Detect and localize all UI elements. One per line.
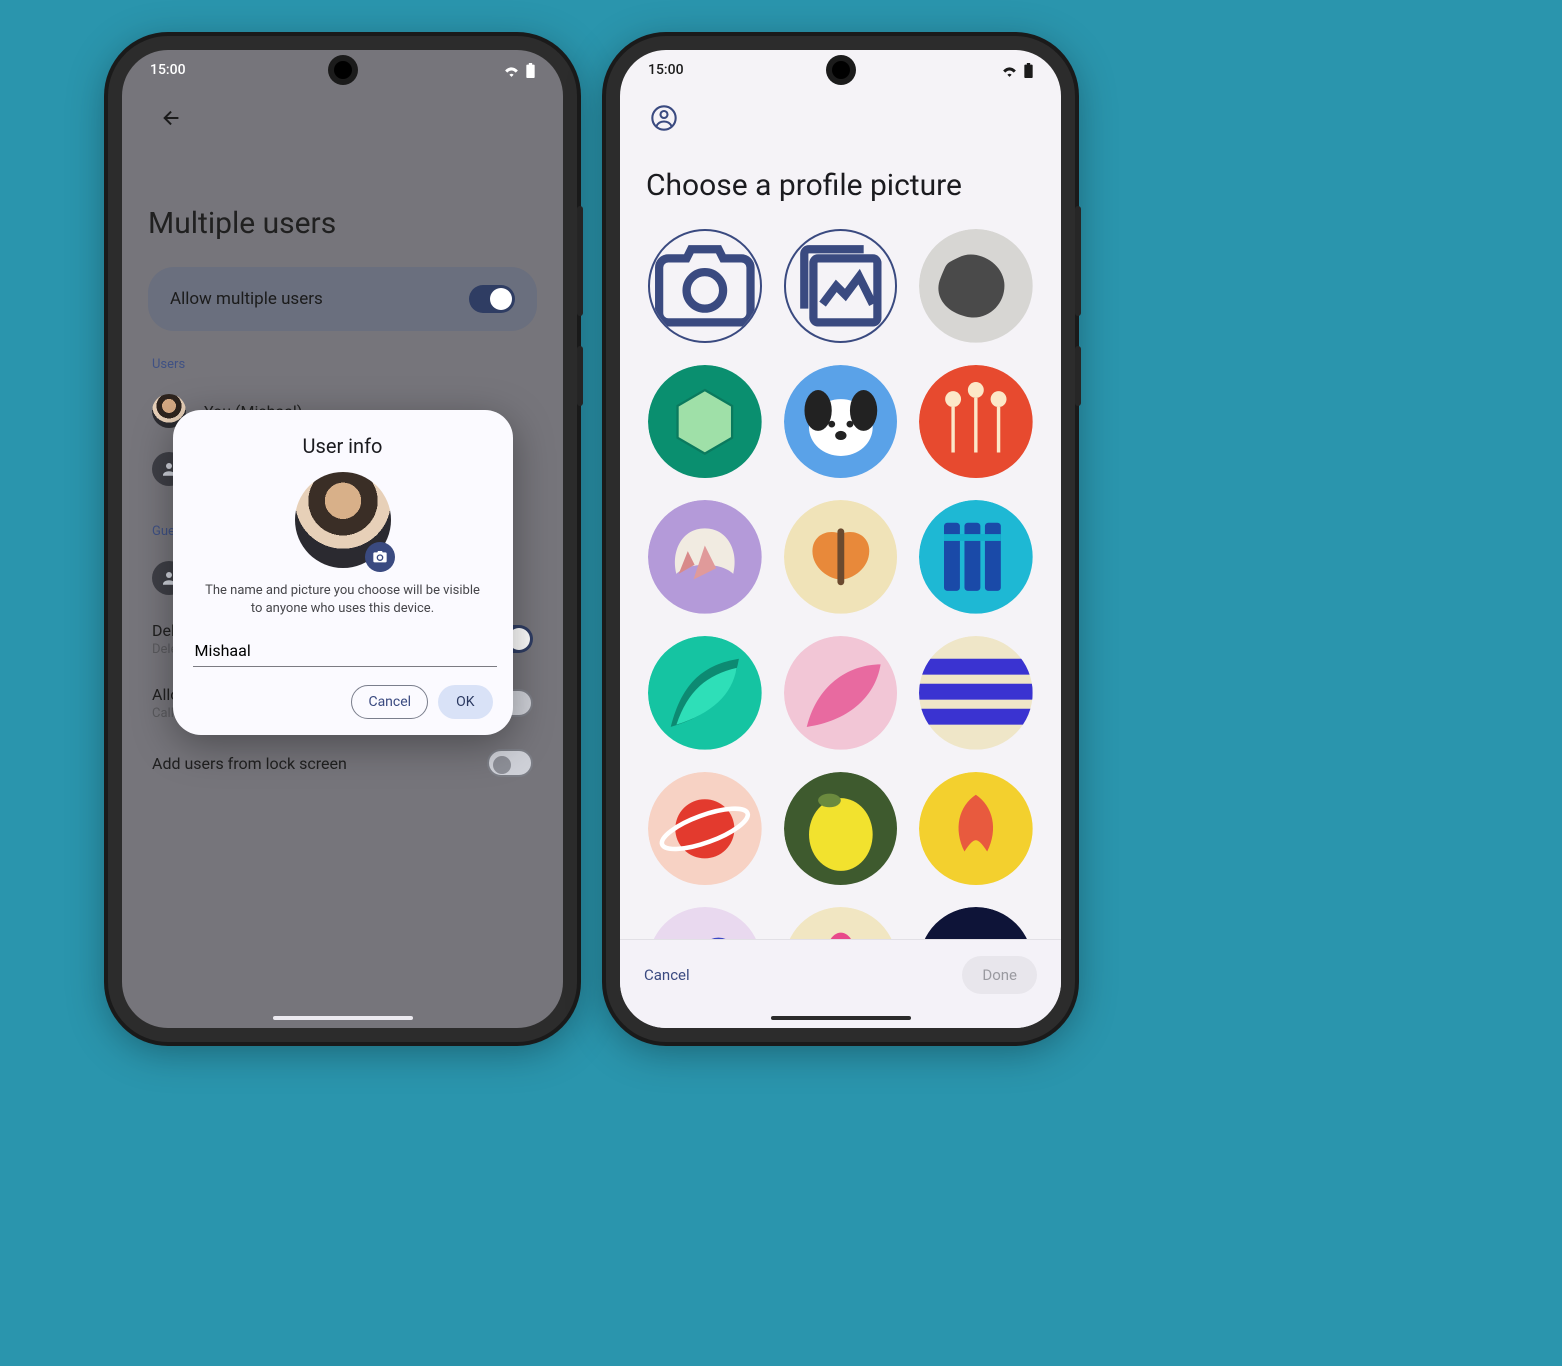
avatar-blob[interactable] [919,229,1033,343]
status-icons [1001,63,1033,78]
battery-icon [1024,63,1033,78]
stage: 15:00 Multiple users Allow multiple user… [0,0,1562,1366]
screen-right: 15:00 Choose a profile picture [620,50,1061,1028]
battery-icon [526,63,535,78]
device-right: 15:00 Choose a profile picture [606,36,1075,1042]
user-info-dialog: User info The name and picture you choos… [173,410,513,735]
profile-header-icon [650,104,678,132]
avatar-planet[interactable] [648,772,762,886]
cancel-button[interactable]: Cancel [351,685,428,719]
avatar-butterfly[interactable] [784,500,898,614]
screen-left: 15:00 Multiple users Allow multiple user… [122,50,563,1028]
power-button [1075,346,1081,406]
power-button [577,346,583,406]
avatar-lemon[interactable] [784,772,898,886]
picker-footer: Cancel Done [620,939,1061,1028]
home-indicator [771,1016,911,1020]
allow-multiple-users-toggle[interactable]: Allow multiple users [148,267,537,331]
picker-content: Choose a profile picture [620,104,1061,1021]
camera-tile[interactable] [648,229,762,343]
camera-badge-icon[interactable] [365,542,395,572]
cancel-link[interactable]: Cancel [644,966,690,984]
avatar-dog[interactable] [784,365,898,479]
wifi-icon [1001,64,1018,77]
ok-button[interactable]: OK [438,685,492,719]
gallery-tile[interactable] [784,229,898,343]
avatar-hexagon[interactable] [648,365,762,479]
avatar-leaves[interactable] [648,636,762,750]
device-left: 15:00 Multiple users Allow multiple user… [108,36,577,1042]
volume-button [1075,206,1081,316]
dialog-title: User info [193,434,493,458]
back-button[interactable] [158,104,186,132]
avatar-books[interactable] [919,500,1033,614]
lock-title: Add users from lock screen [152,754,347,773]
wifi-icon [503,64,520,77]
status-time: 15:00 [648,62,684,78]
avatar-flowers[interactable] [919,365,1033,479]
picker-title: Choose a profile picture [646,168,1035,203]
allow-switch[interactable] [469,285,515,313]
dialog-avatar[interactable] [295,472,391,568]
allow-label: Allow multiple users [170,289,323,309]
avatar-grid [646,225,1035,1021]
done-button[interactable]: Done [962,956,1037,994]
name-input[interactable] [193,635,497,667]
volume-button [577,206,583,316]
gallery-icon [786,231,896,341]
avatar-bird[interactable] [648,500,762,614]
section-users: Users [152,357,537,372]
avatar-stripes[interactable] [919,636,1033,750]
camera-icon [650,231,760,341]
avatar-coral[interactable] [919,772,1033,886]
status-time: 15:00 [150,62,186,78]
avatar-pink[interactable] [784,636,898,750]
lock-switch[interactable] [487,749,533,777]
status-bar: 15:00 [620,50,1061,90]
page-title: Multiple users [148,206,537,241]
status-bar: 15:00 [122,50,563,90]
home-indicator [273,1016,413,1020]
dialog-desc: The name and picture you choose will be … [199,582,487,617]
add-from-lock-setting[interactable]: Add users from lock screen [148,735,537,791]
status-icons [503,63,535,78]
